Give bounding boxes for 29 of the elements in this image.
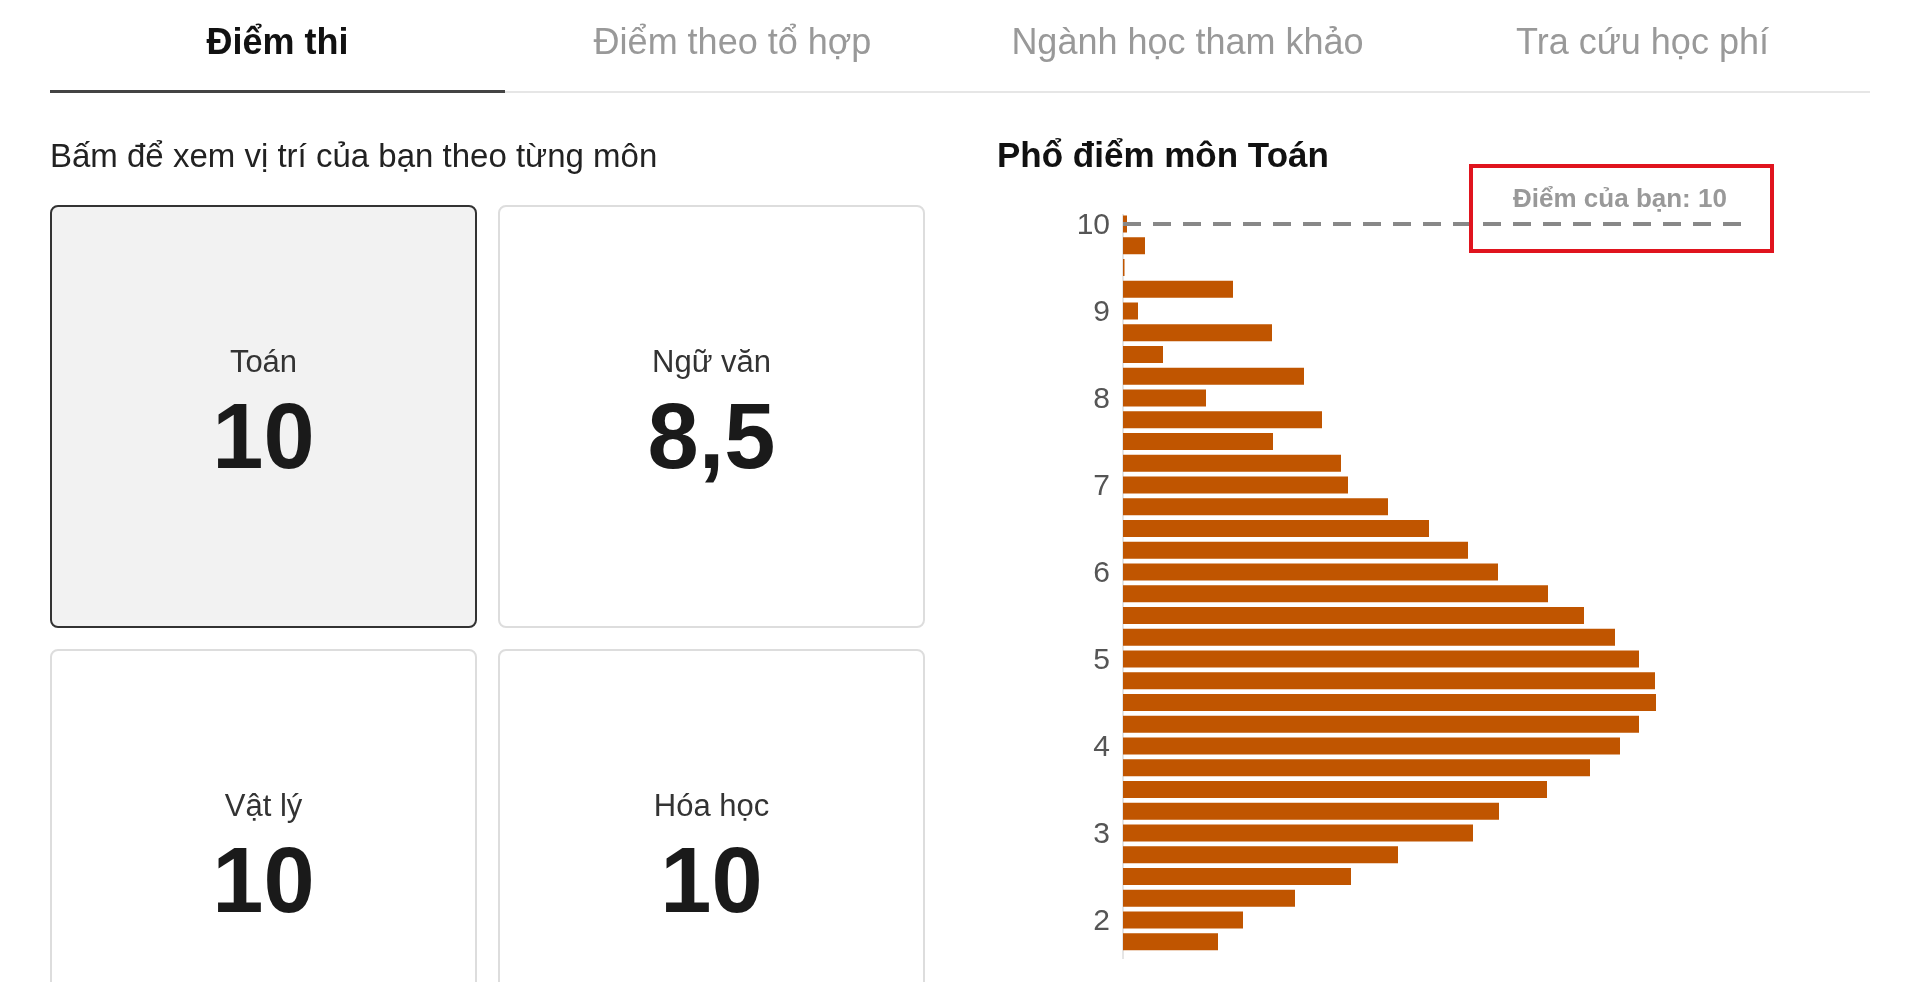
subject-card[interactable]: Vật lý 10 <box>50 649 477 982</box>
subject-card[interactable]: Toán 10 <box>50 205 477 628</box>
subject-score: 10 <box>212 384 315 489</box>
chart-title: Phổ điểm môn Toán <box>997 135 1330 175</box>
subject-score: 8,5 <box>647 384 776 489</box>
histogram-bar <box>1123 215 1127 233</box>
axis-label: 5 <box>1093 642 1110 675</box>
histogram-bar <box>1123 237 1145 255</box>
subject-card[interactable]: Hóa học 10 <box>498 649 925 982</box>
subject-name: Vật lý <box>224 788 303 824</box>
subject-name: Toán <box>229 344 298 380</box>
subject-name: Hóa học <box>653 788 770 824</box>
subject-card[interactable]: Ngữ văn 8,5 <box>498 205 925 628</box>
axis-label: 6 <box>1093 555 1110 588</box>
axis-label: 4 <box>1093 729 1110 762</box>
your-score-label: Điểm của bạn: 10 <box>1513 183 1727 213</box>
subject-score: 10 <box>660 828 763 933</box>
subject-name: Ngữ văn <box>652 344 771 380</box>
axis-label: 8 <box>1093 381 1110 414</box>
subject-score: 10 <box>212 828 315 933</box>
axis-label: 9 <box>1093 294 1110 327</box>
axis-label: 2 <box>1093 903 1110 936</box>
axis-label: 7 <box>1093 468 1110 501</box>
axis-label: 3 <box>1093 816 1110 849</box>
histogram-bar <box>1123 346 1163 363</box>
axis-label: 10 <box>1076 207 1110 240</box>
histogram-bar <box>1123 302 1138 320</box>
tab[interactable]: Điểm thi <box>50 0 505 93</box>
instruction-text: Bấm để xem vị trí của bạn theo từng môn <box>50 137 659 175</box>
